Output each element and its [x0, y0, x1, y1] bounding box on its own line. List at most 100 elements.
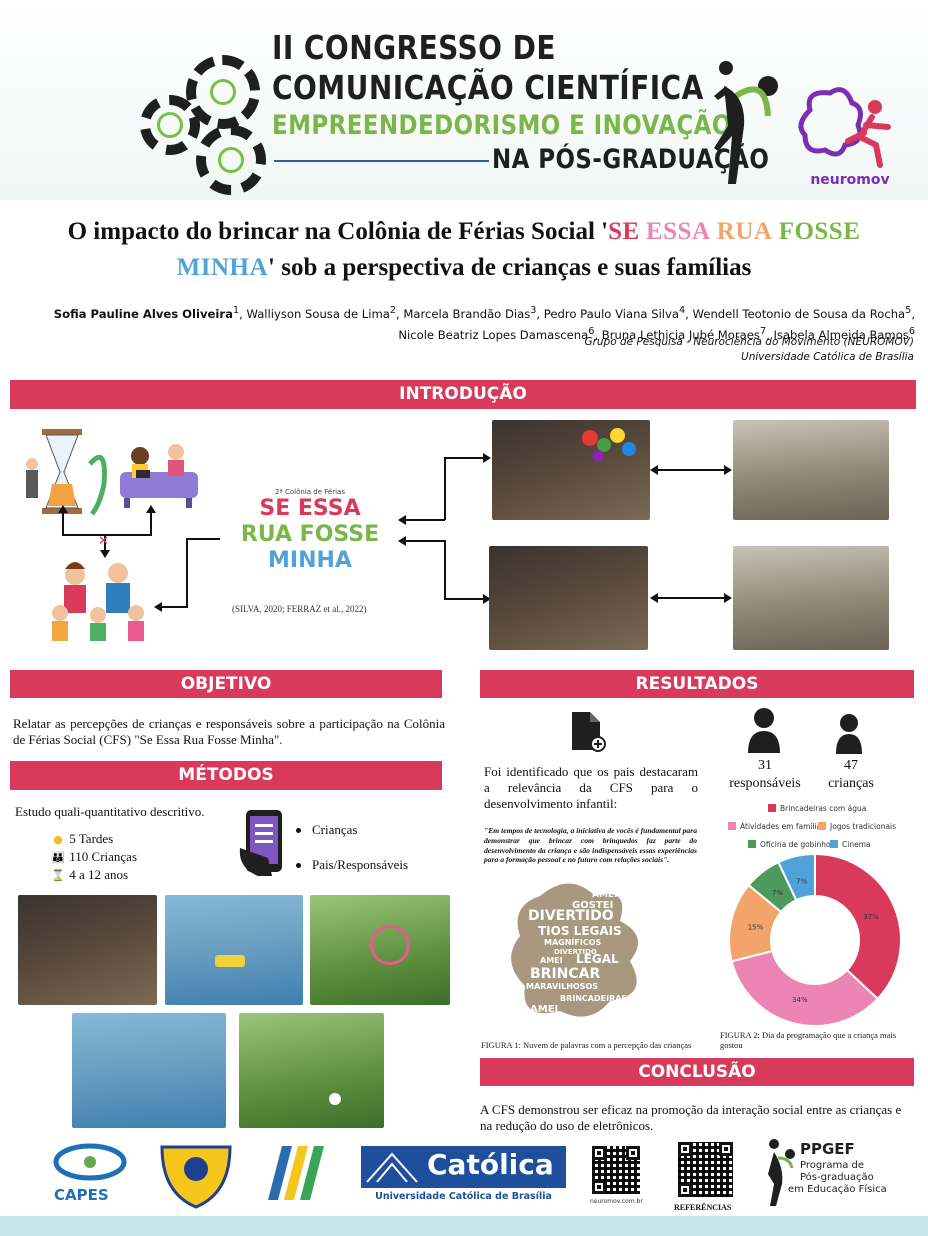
conf-title-line3: EMPREENDEDORISMO E INOVAÇÃO	[272, 110, 732, 141]
lightbulb-gear-icon	[196, 125, 266, 195]
metodos-stats: ● 5 Tardes 👪 110 Crianças ⌛ 4 a 12 anos	[50, 830, 200, 884]
stat-text: 4 a 12 anos	[69, 867, 129, 882]
document-add-icon	[572, 712, 606, 752]
catolica-wordmark: Católica	[427, 1148, 554, 1181]
legend-item: Brincadeiras com água	[768, 804, 866, 813]
arrow-line	[186, 538, 188, 608]
athlete-figure-icon	[714, 61, 778, 184]
ppgef-sub2: Pós-graduação	[800, 1172, 874, 1183]
arrow-line	[444, 457, 446, 520]
cloud-word: LEGAL	[576, 952, 619, 966]
legend-swatch	[830, 840, 838, 848]
author-name: Walliyson Sousa de Lima	[246, 306, 390, 321]
arrow-line	[656, 469, 726, 471]
ppgef-sub3: em Educação Física	[788, 1184, 887, 1195]
arrow-line	[444, 457, 484, 459]
conclusao-text: A CFS demonstrou ser eficaz na promoção …	[480, 1102, 902, 1133]
cloud-word: MAGNÍFICOS	[544, 938, 602, 947]
title-part2: ' sob a perspectiva de crianças e suas f…	[268, 254, 752, 281]
arrow-line	[444, 598, 484, 600]
arrow-head-left	[650, 465, 658, 475]
legend-label: Atividades em família	[740, 822, 822, 831]
conf-title-line2: COMUNICAÇÃO CIENTÍFICA	[272, 68, 704, 107]
arrow-line	[186, 538, 220, 540]
respondents-adults-count: 31	[758, 758, 772, 773]
section-objetivo-banner: OBJETIVO	[10, 670, 442, 698]
capes-logo-icon	[53, 1143, 127, 1181]
intro-citation: (SILVA, 2020; FERRAZ et al., 2022)	[232, 604, 367, 614]
sports-shield-logo-icon	[160, 1145, 232, 1209]
cloud-word: AMEI	[530, 1004, 559, 1015]
title-hl-essa: ESSA	[645, 218, 711, 245]
intro-photo-activity	[489, 546, 648, 650]
legend-item: Cinema	[830, 840, 871, 849]
stat-row: ● 5 Tardes	[50, 830, 200, 848]
metodos-photo-clown	[18, 895, 157, 1005]
conf-divider	[274, 160, 489, 162]
legend-item: Oficina de gobinho	[748, 840, 831, 849]
couch-family-illustration	[120, 444, 198, 508]
legend-item: Atividades em família	[728, 822, 821, 831]
capes-label: CAPES	[54, 1186, 109, 1204]
event-logo: 2ª Colônia de Férias SE ESSA RUA FOSSE M…	[220, 478, 400, 593]
ppgef-title: PPGEF	[800, 1140, 855, 1158]
form-target-dot	[296, 863, 301, 868]
book-gear-icon	[140, 95, 200, 155]
arrow-head-down	[100, 550, 110, 558]
qr-code-neuromov[interactable]	[592, 1146, 640, 1194]
arrow-head-right	[483, 453, 491, 463]
word-cloud: AMEI GOSTEI DIVERTIDO TIOS LEGAIS MAGNÍF…	[500, 876, 660, 1026]
author-name: Marcela Brandão Dias	[403, 306, 531, 321]
donut-label: 34%	[792, 996, 808, 1004]
legend-swatch	[818, 822, 826, 830]
phone-form-icon	[239, 810, 282, 876]
qr-code-references[interactable]	[678, 1142, 733, 1197]
intro-photo-balloons	[492, 420, 650, 520]
poster-title: O impacto do brincar na Colônia de Féria…	[0, 214, 928, 286]
arrow-line	[150, 512, 152, 536]
legend-swatch	[768, 804, 776, 812]
hourglass-icon: ⌛	[51, 869, 65, 882]
arrow-head-up	[58, 505, 68, 513]
respondents-adults-label: responsáveis	[729, 776, 801, 791]
arrow-head-up	[146, 505, 156, 513]
ppgef-figure-icon	[768, 1139, 795, 1206]
arrow-line	[656, 597, 726, 599]
cloud-word: MARAVILHOSOS	[526, 982, 599, 991]
title-part1: O impacto do brincar na Colônia de Féria…	[67, 218, 609, 245]
metodos-photo-court	[165, 895, 303, 1005]
legend-label: Cinema	[842, 840, 871, 849]
figure2-caption: FIGURA 2: Dia da programação que a crian…	[720, 1030, 897, 1050]
arrow-head-left	[398, 515, 406, 525]
respondents-children-count: 47	[844, 758, 858, 773]
event-edition: 2ª Colônia de Férias	[275, 488, 345, 496]
form-target-children: Crianças	[312, 822, 358, 837]
cloud-word: BRINCADEIRAS	[560, 994, 628, 1003]
sun-icon: ●	[53, 833, 63, 846]
metodos-photo-water	[72, 1013, 226, 1128]
event-line1: SE ESSA	[259, 496, 361, 521]
author-name: Pedro Paulo Viana Silva	[543, 306, 679, 321]
cloud-word: DIVERTIDO	[528, 908, 614, 924]
arrow-head-right	[724, 593, 732, 603]
footer-bar	[0, 1216, 928, 1236]
intro-photo-hall	[733, 420, 889, 520]
ppgef-sub1: Programa de	[800, 1160, 864, 1171]
catolica-logo: Católica Universidade Católica de Brasíl…	[361, 1146, 566, 1204]
catolica-arches-icon	[366, 1152, 418, 1183]
stat-row: 👪 110 Crianças	[50, 848, 200, 866]
metodos-design: Estudo quali-quantitativo descritivo.	[15, 804, 205, 819]
cloud-word: AMEI	[592, 890, 618, 900]
catolica-subtitle: Universidade Católica de Brasília	[375, 1191, 552, 1202]
stat-text: 110 Crianças	[69, 849, 137, 864]
form-target-dot	[296, 828, 301, 833]
legend-item: Jogos tradicionais	[818, 822, 896, 831]
author-name: Wendell Teotonio de Sousa da Rocha	[692, 306, 906, 321]
arrow-head-left	[398, 536, 406, 546]
cross-mark-icon: ✕	[98, 534, 109, 549]
title-hl-fosse: FOSSE	[778, 218, 861, 245]
respondents-children-label: crianças	[828, 776, 874, 791]
title-hl-minha: MINHA	[176, 254, 269, 281]
figure1-caption: FIGURA 1: Nuvem de palavras com a percep…	[481, 1040, 692, 1050]
arrow-head-right	[724, 465, 732, 475]
